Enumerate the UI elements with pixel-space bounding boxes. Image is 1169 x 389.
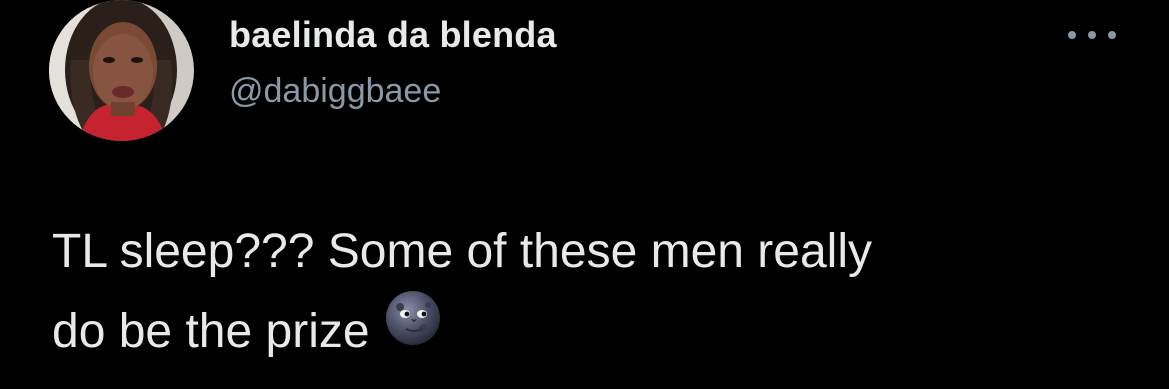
more-horizontal-icon: [1108, 31, 1116, 39]
more-horizontal-icon: [1088, 31, 1096, 39]
author-handle[interactable]: @dabiggbaee: [229, 72, 441, 111]
tweet-text-line-2-text: do be the prize: [52, 305, 370, 358]
more-horizontal-icon: [1068, 31, 1076, 39]
tweet-text-line-1: TL sleep??? Some of these men really: [52, 225, 873, 278]
avatar[interactable]: [49, 0, 194, 141]
tweet-card[interactable]: baelinda da blenda @dabiggbaee TL sleep?…: [0, 0, 1169, 389]
profile-photo-icon: [49, 0, 194, 141]
tweet-text: TL sleep??? Some of these men really do …: [52, 212, 1142, 376]
author-display-name[interactable]: baelinda da blenda: [229, 14, 557, 56]
tweet-text-line-2: do be the prize: [52, 289, 1142, 376]
more-options-button[interactable]: [1068, 18, 1116, 52]
new-moon-face-emoji-icon: [384, 289, 442, 372]
